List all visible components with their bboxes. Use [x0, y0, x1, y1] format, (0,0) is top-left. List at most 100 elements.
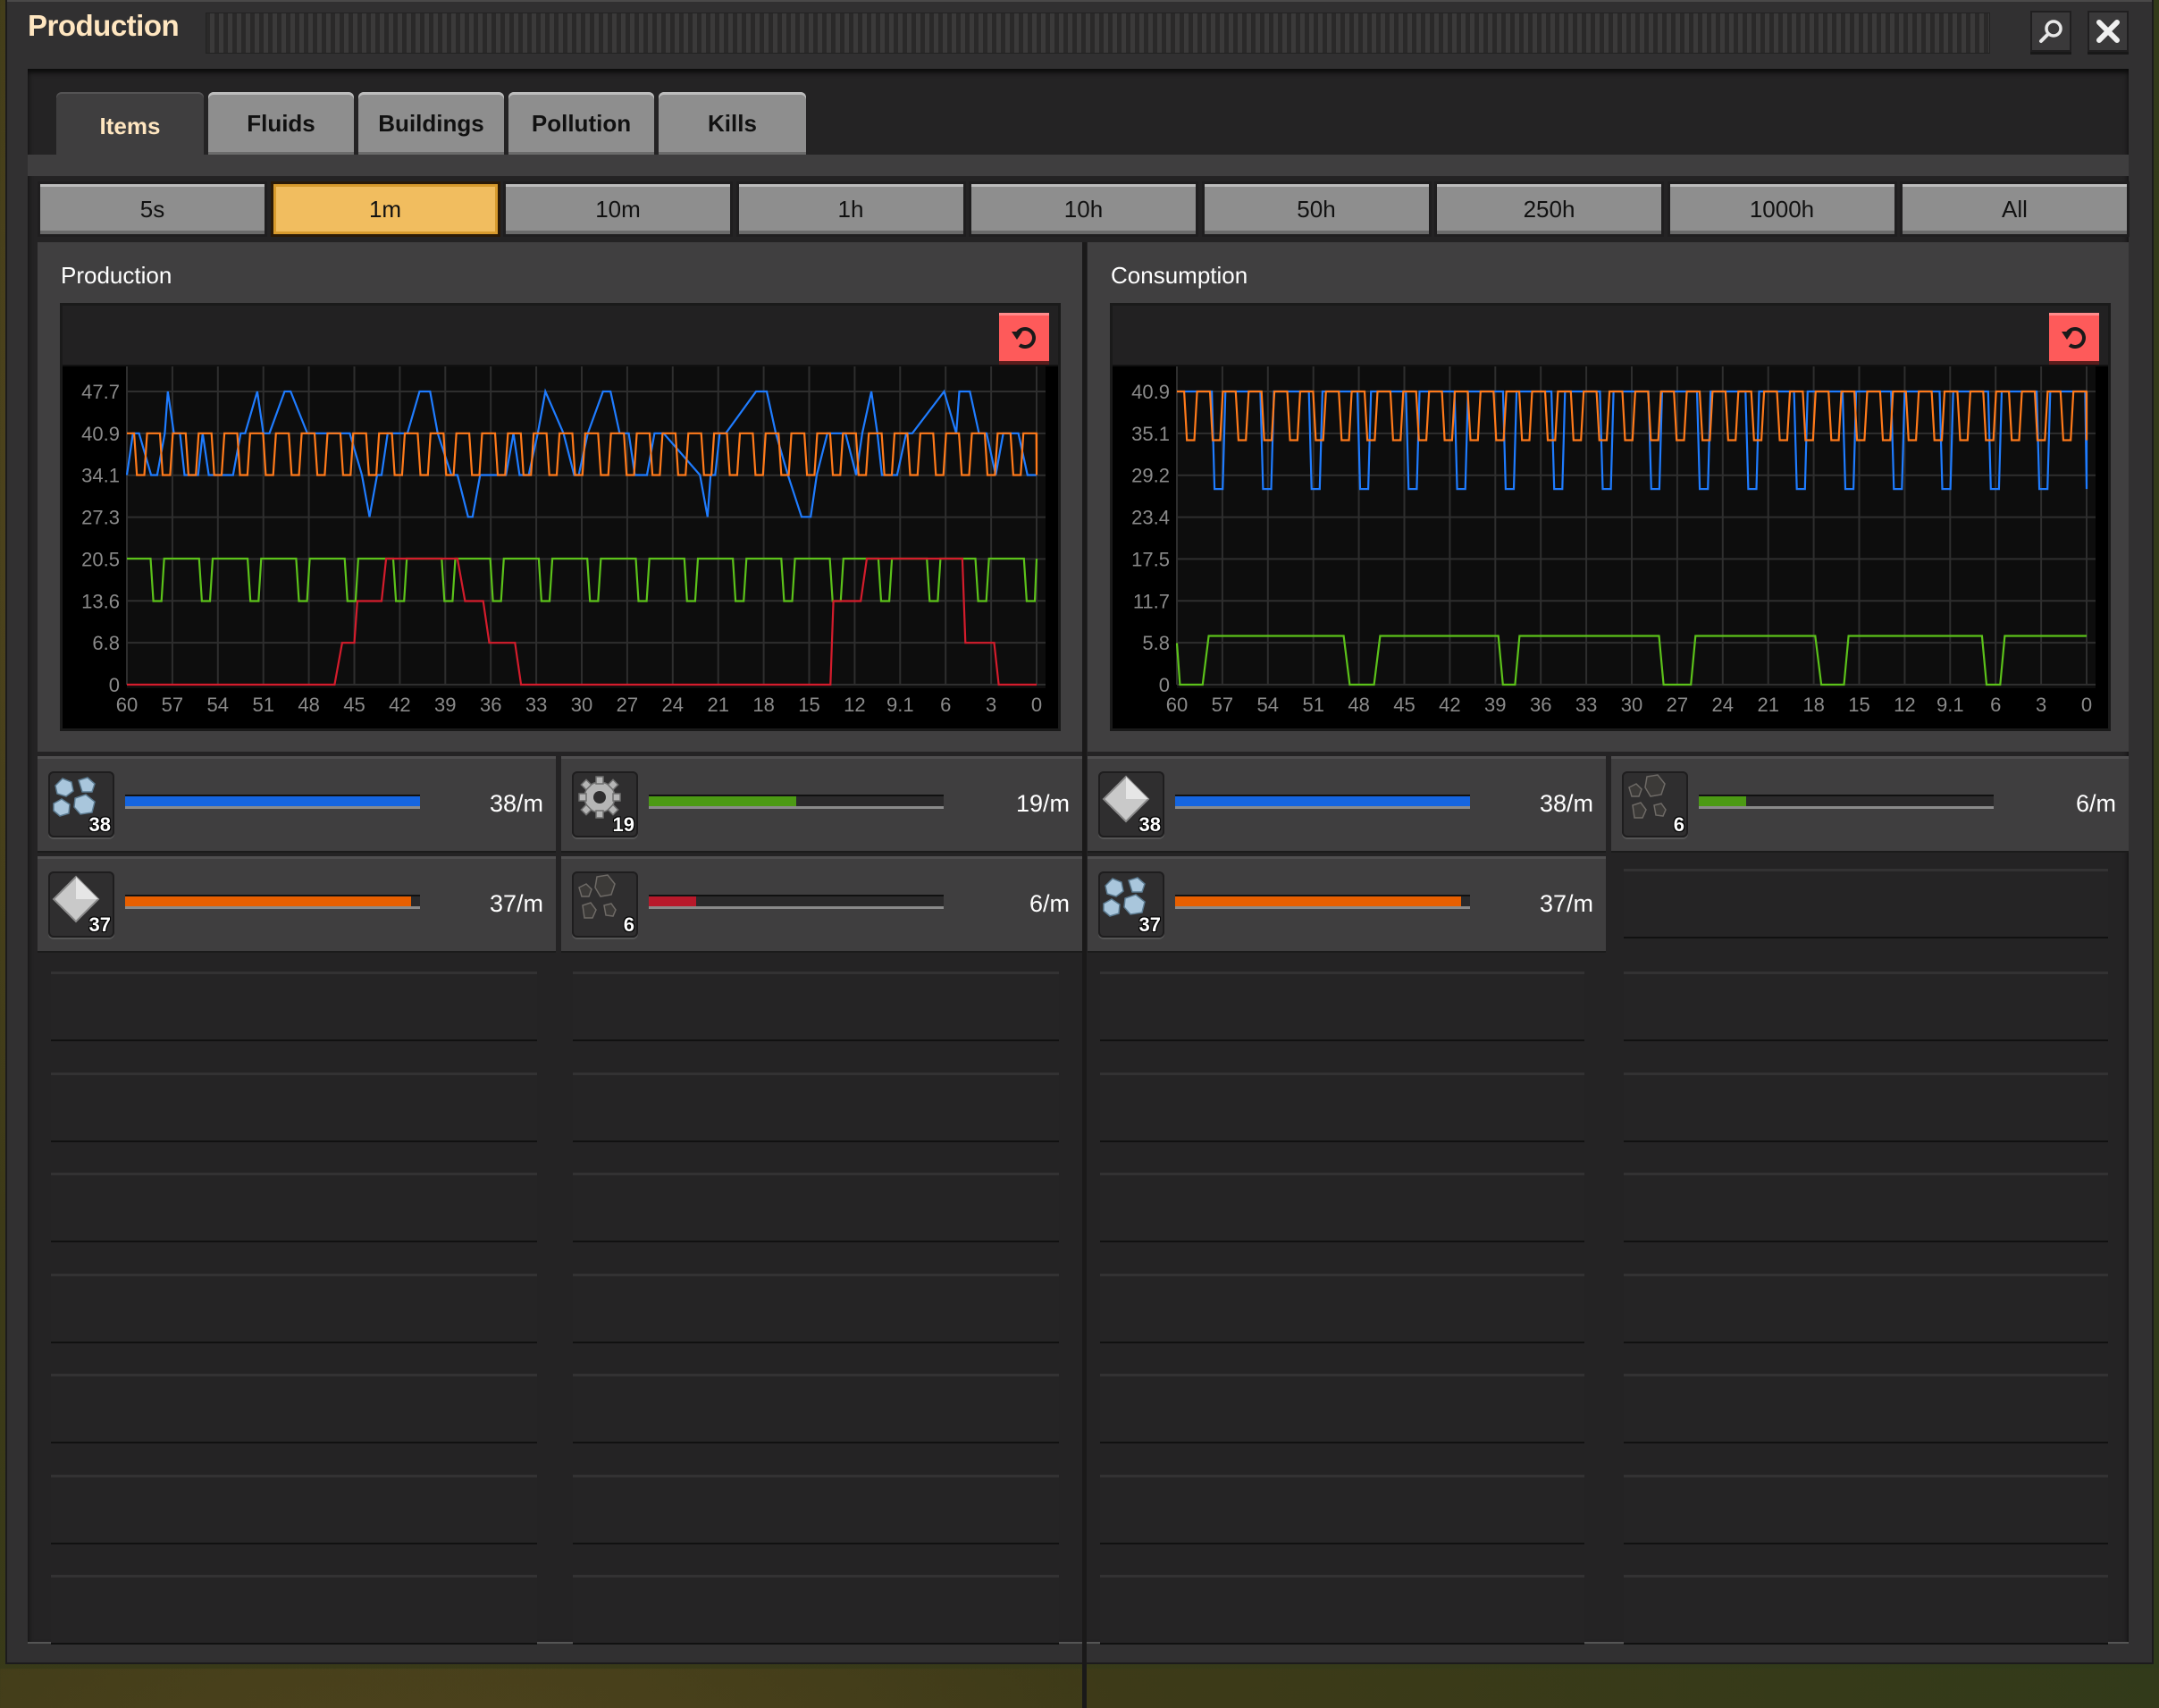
x-tick-label: 21: [1757, 694, 1778, 716]
consumption-chart: 60 57 54 51 48 45 42 39 36 33 30 27 24 21 18 15 12 9.1 6 3 0…: [1113, 306, 2108, 728]
time-range-1m[interactable]: 1m: [273, 184, 498, 234]
tab-items[interactable]: Items: [56, 92, 204, 160]
time-range-10h[interactable]: 10h: [971, 184, 1196, 234]
production-item-row[interactable]: 6 6/m: [561, 856, 1082, 953]
rate-bar: [649, 895, 944, 909]
x-tick-label: 21: [707, 694, 728, 716]
x-tick-label: 24: [662, 694, 684, 716]
x-tick-label: 27: [1667, 694, 1688, 716]
consumption-plot: 60 57 54 51 48 45 42 39 36 33 30 27 24 21 18 15 12 9.1 6 3 0…: [1131, 366, 2096, 716]
rate-bar: [125, 795, 420, 809]
empty-item-slot: [1624, 972, 2108, 1039]
title-drag-handle[interactable]: [206, 13, 1990, 54]
y-tick-label: 13.6: [81, 590, 120, 612]
production-item-row[interactable]: 37 37/m: [38, 856, 556, 953]
x-tick-label: 6: [940, 694, 951, 716]
empty-item-slot: [1624, 1173, 2108, 1241]
production-reset-button[interactable]: [999, 313, 1049, 361]
production-window: Production Items Fluids Buildings Pollut…: [7, 0, 2152, 1708]
x-tick-label: 36: [480, 694, 501, 716]
x-tick-label: 42: [1439, 694, 1460, 716]
coal-icon[interactable]: 6: [572, 871, 638, 938]
y-tick-label: 11.7: [1133, 590, 1170, 612]
empty-item-slot: [51, 1072, 537, 1140]
reset-icon: [2062, 327, 2086, 349]
x-tick-label: 30: [1621, 694, 1642, 716]
tab-kills[interactable]: Kills: [659, 92, 806, 155]
rate-bar-fill: [125, 796, 420, 806]
x-tick-label: 3: [986, 694, 996, 716]
time-range-1h[interactable]: 1h: [738, 184, 963, 234]
x-tick-label: 24: [1712, 694, 1734, 716]
rate-bar: [1699, 795, 1994, 809]
x-tick-label: 60: [1166, 694, 1188, 716]
production-item-row[interactable]: 38 38/m: [38, 756, 556, 853]
x-tick-label: 60: [116, 694, 138, 716]
empty-item-slot: [1100, 1173, 1584, 1241]
x-tick-label: 39: [1484, 694, 1506, 716]
rate-bar-fill: [1175, 896, 1462, 906]
tab-buildings[interactable]: Buildings: [358, 92, 504, 155]
x-tick-label: 36: [1530, 694, 1551, 716]
iron-gear-wheel-icon[interactable]: 19: [572, 771, 638, 837]
close-button[interactable]: [2088, 11, 2129, 52]
consumption-reset-button[interactable]: [2049, 313, 2099, 361]
rate-label: 6/m: [2075, 790, 2116, 817]
time-range-10m[interactable]: 10m: [506, 184, 730, 234]
empty-item-slot: [573, 1474, 1059, 1543]
rate-bar-fill: [1699, 796, 1746, 806]
x-tick-label: 9.1: [886, 694, 914, 716]
item-count: 19: [612, 813, 634, 836]
iron-plate-icon[interactable]: 37: [48, 871, 114, 938]
empty-item-slot: [573, 1173, 1059, 1241]
x-tick-label: 57: [1212, 694, 1233, 716]
consumption-item-row[interactable]: 37 37/m: [1088, 856, 1606, 953]
time-range-all[interactable]: All: [1903, 184, 2127, 234]
iron-plate-icon[interactable]: 38: [1098, 771, 1164, 837]
consumption-panel: Consumption 60 57 54 51 48 45 42 39 36 33 30 27 24 21…: [1088, 242, 2129, 752]
x-tick-label: 42: [389, 694, 410, 716]
x-tick-label: 39: [434, 694, 456, 716]
content-frame: Items Fluids Buildings Pollution Kills 5…: [28, 69, 2129, 1708]
time-range-50h[interactable]: 50h: [1204, 184, 1429, 234]
tab-fluids[interactable]: Fluids: [208, 92, 354, 155]
tab-pollution[interactable]: Pollution: [508, 92, 654, 155]
y-tick-label: 40.9: [1131, 381, 1170, 403]
plot-area: [127, 366, 1046, 688]
coal-icon[interactable]: 6: [1622, 771, 1688, 837]
production-item-row[interactable]: 19 19/m: [561, 756, 1082, 853]
item-count: 6: [1673, 813, 1684, 836]
empty-item-slot: [1100, 972, 1584, 1039]
x-tick-label: 12: [844, 694, 865, 716]
search-button[interactable]: [2030, 11, 2071, 52]
production-plot: 60 57 54 51 48 45 42 39 36 33 30 27 24 21 18 15 12 9.1 6 3 0…: [81, 366, 1046, 716]
empty-item-slot: [51, 1173, 537, 1241]
x-tick-label: 3: [2036, 694, 2046, 716]
iron-ore-icon[interactable]: 38: [48, 771, 114, 837]
consumption-title: Consumption: [1111, 262, 1248, 289]
x-tick-label: 57: [162, 694, 183, 716]
x-tick-label: 54: [1257, 694, 1279, 716]
x-tick-label: 51: [252, 694, 273, 716]
consumption-item-row[interactable]: 6 6/m: [1611, 756, 2129, 853]
y-tick-label: 0: [1159, 674, 1170, 696]
x-tick-label: 51: [1302, 694, 1323, 716]
empty-item-slot: [51, 1575, 537, 1643]
production-title: Production: [61, 262, 172, 289]
y-tick-label: 23.4: [1131, 507, 1170, 529]
production-chart: 60 57 54 51 48 45 42 39 36 33 30 27 24 21 18 15 12 9.1 6 3 0…: [63, 306, 1058, 728]
consumption-chart-header: [1113, 306, 2108, 366]
iron-ore-icon[interactable]: 37: [1098, 871, 1164, 938]
rate-bar: [1175, 895, 1470, 909]
time-range-5s[interactable]: 5s: [40, 184, 265, 234]
empty-item-slot: [573, 1374, 1059, 1442]
x-tick-label: 30: [571, 694, 592, 716]
item-count: 38: [1138, 813, 1161, 836]
time-range-250h[interactable]: 250h: [1437, 184, 1661, 234]
rate-bar: [125, 895, 420, 909]
rate-label: 19/m: [1015, 790, 1070, 817]
consumption-item-row[interactable]: 38 38/m: [1088, 756, 1606, 853]
rate-bar-fill: [1175, 796, 1470, 806]
time-range-1000h[interactable]: 1000h: [1669, 184, 1894, 234]
y-tick-label: 29.2: [1131, 465, 1170, 487]
